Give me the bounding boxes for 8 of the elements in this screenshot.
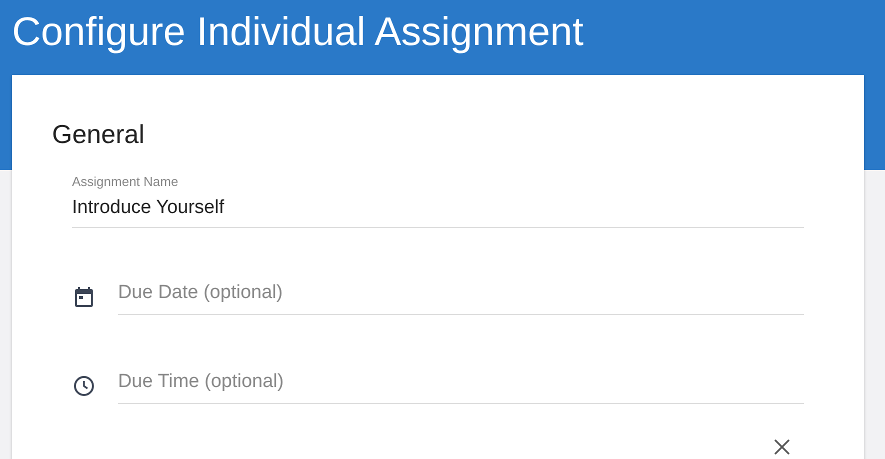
due-date-field[interactable]: Due Date (optional) [118,278,804,315]
due-time-field[interactable]: Due Time (optional) [118,367,804,404]
clock-icon [72,374,96,398]
assignment-name-field[interactable]: Assignment Name Introduce Yourself [72,174,804,228]
close-button[interactable] [772,437,792,457]
section-title: General [52,119,146,150]
calendar-icon [72,284,96,308]
page-title: Configure Individual Assignment [12,9,584,56]
